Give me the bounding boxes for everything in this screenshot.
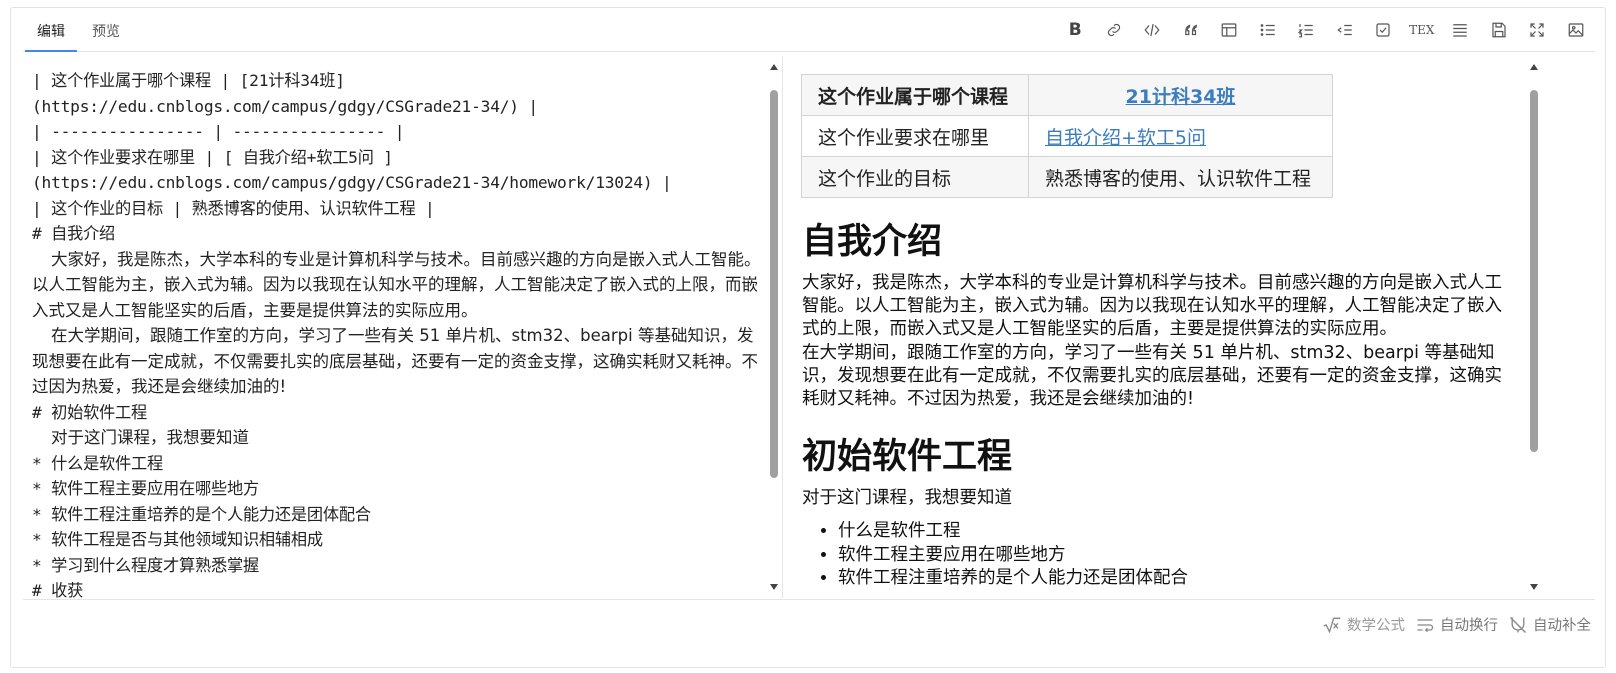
table-row: 这个作业要求在哪里 自我介绍+软工5问 <box>801 115 1333 157</box>
tex-icon[interactable]: TEX <box>1403 18 1442 42</box>
list-item: 什么是软件工程 <box>838 520 1502 543</box>
table-cell: 这个作业的目标 <box>801 156 1029 198</box>
scroll-up-arrow-icon[interactable] <box>1530 64 1538 70</box>
paragraph: 对于这门课程，我想要知道 <box>802 488 1012 509</box>
source-paragraph: 对于这门课程，我想要知道 <box>51 428 249 447</box>
table-icon[interactable] <box>1210 18 1249 42</box>
markdown-editor: 编辑 预览 B TEX | 这个作业属于哪个课程 | [21计科34班] (ht… <box>10 7 1606 668</box>
scroll-down-arrow-icon[interactable] <box>1530 584 1538 590</box>
table-row: 这个作业的目标 熟悉博客的使用、认识软件工程 <box>801 156 1333 198</box>
source-line: # 自我介绍 <box>32 224 116 243</box>
code-icon[interactable] <box>1133 18 1172 42</box>
source-line: (https://edu.cnblogs.com/campus/gdgy/CSG… <box>32 96 538 116</box>
source-scrollbar[interactable] <box>767 60 781 594</box>
course-link[interactable]: 21计科34班 <box>1126 86 1236 108</box>
editor-toolbar: 编辑 预览 B TEX <box>23 8 1595 52</box>
bold-label: B <box>1068 20 1082 40</box>
heading-intro: 自我介绍 <box>802 222 943 262</box>
list-item: 软件工程注重培养的是个人能力还是团体配合 <box>838 567 1502 590</box>
tab-edit[interactable]: 编辑 <box>25 20 77 52</box>
heading-software-engineering: 初始软件工程 <box>802 437 1013 478</box>
math-formula-toggle[interactable]: 数学公式 <box>1322 614 1405 635</box>
homework-link[interactable]: 自我介绍+软工5问 <box>1045 127 1206 149</box>
numbered-list-icon[interactable] <box>1287 18 1326 42</box>
status-items: 数学公式 自动换行 自动补全 <box>1312 614 1591 635</box>
paragraph: 大家好，我是陈杰，大学本科的专业是计算机科学与技术。目前感兴趣的方向是嵌入式人工… <box>802 273 1502 340</box>
toolbar-icons: B TEX <box>1056 18 1595 42</box>
preview-content: 自我介绍 大家好，我是陈杰，大学本科的专业是计算机科学与技术。目前感兴趣的方向是… <box>802 218 1502 590</box>
autocomplete-off-icon <box>1510 616 1526 633</box>
sqrt-icon <box>1323 617 1341 633</box>
auto-complete-toggle[interactable]: 自动补全 <box>1508 614 1591 635</box>
scroll-up-arrow-icon[interactable] <box>770 64 778 70</box>
scrollbar-thumb[interactable] <box>1530 90 1538 452</box>
scroll-down-arrow-icon[interactable] <box>770 584 778 590</box>
source-line: (https://edu.cnblogs.com/campus/gdgy/CSG… <box>32 173 672 192</box>
source-paragraph: 大家好，我是陈杰，大学本科的专业是计算机科学与技术。目前感兴趣的方向是嵌入式人工… <box>32 249 761 320</box>
math-formula-label: 数学公式 <box>1347 618 1405 634</box>
info-table: 这个作业属于哪个课程 21计科34班 这个作业要求在哪里 自我介绍+软工5问 这… <box>801 74 1333 198</box>
save-icon[interactable] <box>1480 18 1519 42</box>
auto-wrap-label: 自动换行 <box>1440 618 1498 634</box>
source-bullet: * 软件工程注重培养的是个人能力还是团体配合 <box>32 504 371 524</box>
list-item: 软件工程主要应用在哪些地方 <box>838 544 1502 567</box>
source-line: # 收获 <box>32 581 84 598</box>
source-bullet: * 学习到什么程度才算熟悉掌握 <box>32 555 259 575</box>
preview-pane: 这个作业属于哪个课程 21计科34班 这个作业要求在哪里 自我介绍+软工5问 这… <box>789 56 1595 598</box>
source-line: | ---------------- | ---------------- | <box>32 122 405 141</box>
tex-label: TEX <box>1409 23 1435 37</box>
source-bullet: * 软件工程主要应用在哪些地方 <box>32 479 259 498</box>
source-line: | 这个作业属于哪个课程 | [21计科34班] <box>32 71 345 90</box>
source-line: | 这个作业的目标 | 熟悉博客的使用、认识软件工程 | <box>32 198 435 218</box>
bullet-list-icon[interactable] <box>1249 18 1288 42</box>
preview-scrollbar[interactable] <box>1527 60 1541 594</box>
link-icon[interactable] <box>1095 18 1134 42</box>
tab-preview[interactable]: 预览 <box>80 20 132 52</box>
auto-wrap-toggle[interactable]: 自动换行 <box>1415 614 1498 635</box>
status-bar: 数学公式 自动换行 自动补全 <box>23 599 1595 668</box>
fullscreen-icon[interactable] <box>1518 18 1557 42</box>
table-cell: 这个作业要求在哪里 <box>801 115 1029 157</box>
scrollbar-thumb[interactable] <box>770 90 778 478</box>
checkbox-icon[interactable] <box>1364 18 1403 42</box>
source-line: # 初始软件工程 <box>32 402 148 422</box>
indent-icon[interactable] <box>1326 18 1365 42</box>
source-bullet: * 软件工程是否与其他领域知识相辅相成 <box>32 530 323 549</box>
table-cell: 21计科34班 <box>1028 74 1333 116</box>
align-icon[interactable] <box>1441 18 1480 42</box>
table-cell: 熟悉博客的使用、认识软件工程 <box>1028 156 1333 198</box>
source-editor[interactable]: | 这个作业属于哪个课程 | [21计科34班] (https://edu.cn… <box>23 56 783 598</box>
table-cell: 自我介绍+软工5问 <box>1028 115 1333 157</box>
source-bullet: * 什么是软件工程 <box>32 453 164 473</box>
table-row: 这个作业属于哪个课程 21计科34班 <box>801 74 1333 116</box>
source-paragraph: 在大学期间，跟随工作室的方向，学习了一些有关 51 单片机、stm32、bear… <box>32 326 758 396</box>
source-line: | 这个作业要求在哪里 | [ 自我介绍+软工5问 ] <box>32 147 393 167</box>
quote-icon[interactable] <box>1172 18 1211 42</box>
paragraph: 在大学期间，跟随工作室的方向，学习了一些有关 51 单片机、stm32、bear… <box>802 342 1502 410</box>
bold-icon[interactable]: B <box>1056 18 1095 42</box>
bullet-list: 什么是软件工程 软件工程主要应用在哪些地方 软件工程注重培养的是个人能力还是团体… <box>802 520 1502 590</box>
table-cell: 这个作业属于哪个课程 <box>801 74 1029 116</box>
wrap-icon <box>1417 618 1434 632</box>
image-icon[interactable] <box>1557 18 1596 42</box>
auto-complete-label: 自动补全 <box>1533 618 1591 634</box>
